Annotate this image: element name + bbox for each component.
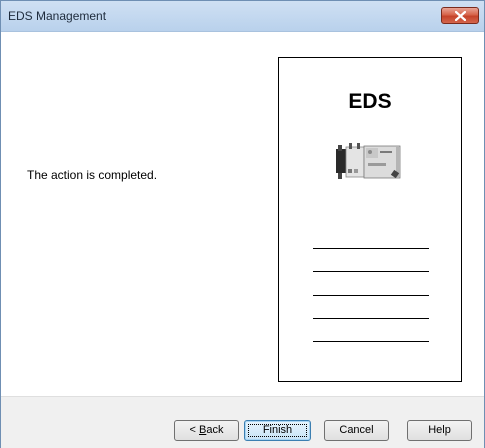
back-button[interactable]: < Back [174,420,239,441]
eds-management-dialog: EDS Management The action is completed. … [0,0,485,448]
eds-document-illustration: EDS [278,57,462,382]
back-label-prefix: < [189,424,199,436]
button-bar: < Back Finish Cancel Help [1,396,484,448]
doc-line [313,341,429,342]
title-bar[interactable]: EDS Management [1,1,484,32]
device-module-icon [336,143,401,179]
back-label-rest: ack [206,424,224,436]
doc-line [313,271,429,272]
close-button[interactable] [441,7,479,24]
focus-rectangle [248,424,307,437]
finish-button[interactable]: Finish [244,420,311,441]
doc-line [313,248,429,249]
cancel-button[interactable]: Cancel [324,420,389,441]
help-button[interactable]: Help [407,420,472,441]
doc-line [313,318,429,319]
close-icon [455,11,466,21]
wizard-content: The action is completed. EDS [1,32,484,396]
doc-line [313,295,429,296]
eds-heading: EDS [348,90,392,113]
window-title: EDS Management [8,9,107,23]
completion-message: The action is completed. [27,168,158,182]
